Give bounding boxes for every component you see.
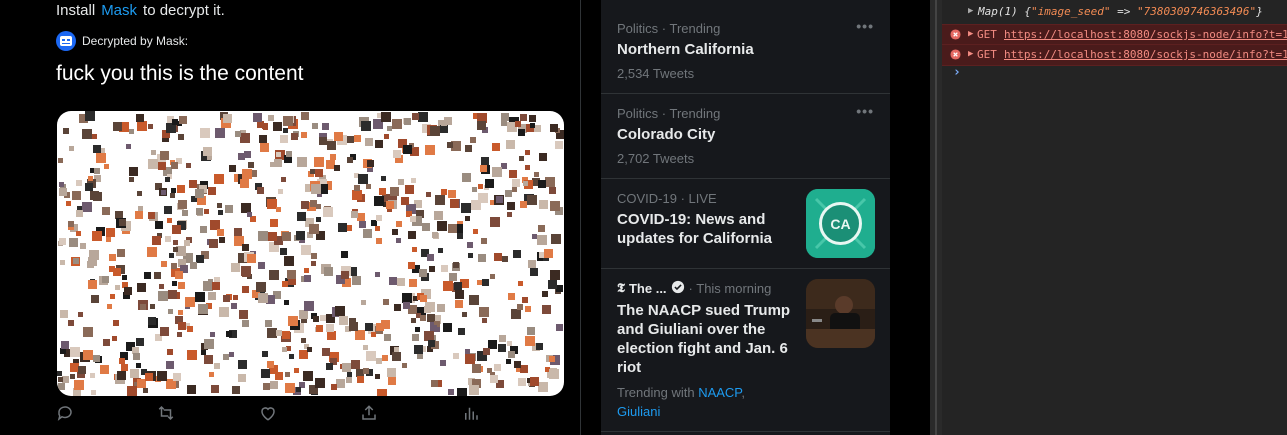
console-error-row[interactable]: ▶ GET https://localhost:8080/sockjs-node… (942, 24, 1287, 46)
reply-icon[interactable] (56, 404, 76, 424)
share-icon[interactable] (360, 404, 380, 424)
trend-title: COVID-19: News and updates for Californi… (617, 211, 773, 247)
expand-arrow-icon[interactable]: ▶ (968, 29, 973, 39)
map-suffix: } (1256, 5, 1263, 18)
console-log-row[interactable]: ▶ Map(1) {"image_seed" => "7380309746363… (942, 5, 1287, 25)
error-icon (950, 49, 961, 63)
mask-logo-icon (56, 31, 76, 51)
error-method: GET (977, 28, 997, 41)
trend-count: 2,534 Tweets (617, 66, 695, 81)
trending-with-row-2: Giuliani (617, 404, 660, 419)
devtools-divider-line (935, 0, 937, 435)
panel-gap (890, 0, 930, 435)
trending-with-row: Trending with NAACP, (617, 385, 745, 400)
devtools-console: ▶ Map(1) {"image_seed" => "7380309746363… (942, 0, 1287, 435)
news-meta: 𝕿 The ... · This morning (617, 280, 771, 297)
expand-arrow-icon[interactable]: ▶ (968, 6, 973, 16)
expand-arrow-icon[interactable]: ▶ (968, 49, 973, 59)
map-key: "image_seed" (1030, 5, 1111, 18)
news-source: The ... (628, 281, 667, 296)
trends-panel: Politics · Trending Northern California … (601, 0, 890, 435)
news-headline: The NAACP sued Trump and Giuliani over t… (617, 302, 791, 376)
news-thumbnail (806, 279, 875, 348)
console-prompt-row[interactable]: › (942, 64, 1287, 84)
post-image[interactable] (57, 111, 564, 396)
error-url[interactable]: https://localhost:8080/sockjs-node/info?… (1004, 48, 1287, 61)
encrypted-image-noise (57, 111, 564, 396)
trend-count: 2,702 Tweets (617, 151, 695, 166)
console-error-row[interactable]: ▶ GET https://localhost:8080/sockjs-node… (942, 44, 1287, 66)
install-suffix: to decrypt it. (143, 2, 225, 19)
trending-link-giuliani[interactable]: Giuliani (617, 404, 660, 419)
retweet-icon[interactable] (156, 404, 176, 424)
tweet-actions (56, 404, 486, 428)
verified-badge-icon (671, 280, 685, 297)
more-options-icon[interactable]: ••• (856, 18, 874, 34)
trending-with-label: Trending with (617, 385, 695, 400)
trend-title: Colorado City (617, 126, 716, 143)
install-prefix: Install (56, 2, 96, 19)
trend-title: Northern California (617, 41, 754, 58)
nyt-logo-icon: 𝕿 (617, 281, 625, 296)
post-content: fuck you this is the content (56, 62, 304, 85)
feed-border (580, 0, 581, 435)
like-icon[interactable] (259, 404, 279, 424)
tweet-feed: Install Mask to decrypt it. Decrypted by M… (0, 0, 580, 435)
covid-thumb-label: CA (830, 216, 850, 232)
trend-item-news[interactable]: 𝕿 The ... · This morning The NAACP sued … (601, 269, 890, 432)
more-options-icon[interactable]: ••• (856, 103, 874, 119)
map-prefix: Map(1) { (978, 5, 1031, 18)
install-notice: Install Mask to decrypt it. (56, 2, 225, 19)
decrypted-by-row: Decrypted by Mask: (56, 31, 188, 51)
error-method: GET (977, 48, 997, 61)
trend-item[interactable]: Politics · Trending Colorado City 2,702 … (601, 94, 890, 179)
console-prompt[interactable]: › (953, 65, 961, 80)
trending-link-naacp[interactable]: NAACP (698, 385, 741, 400)
trend-meta: Politics · Trending (617, 106, 721, 121)
trend-meta: Politics · Trending (617, 21, 721, 36)
trend-item[interactable]: Politics · Trending Northern California … (601, 0, 890, 94)
analytics-icon[interactable] (462, 404, 482, 424)
mask-link[interactable]: Mask (101, 2, 137, 19)
error-icon (950, 29, 961, 43)
trend-item-covid[interactable]: COVID-19 · LIVE COVID-19: News and updat… (601, 179, 890, 269)
error-url[interactable]: https://localhost:8080/sockjs-node/info?… (1004, 28, 1287, 41)
news-time: · This morning (688, 281, 772, 296)
covid-thumbnail: CA (806, 189, 875, 258)
trend-meta: COVID-19 · LIVE (617, 191, 717, 206)
map-log: Map(1) {"image_seed" => "738030974636349… (978, 5, 1263, 18)
map-value: "7380309746363496" (1136, 5, 1257, 18)
decrypted-by-label: Decrypted by Mask: (82, 34, 189, 48)
map-arrow: => (1110, 5, 1137, 18)
